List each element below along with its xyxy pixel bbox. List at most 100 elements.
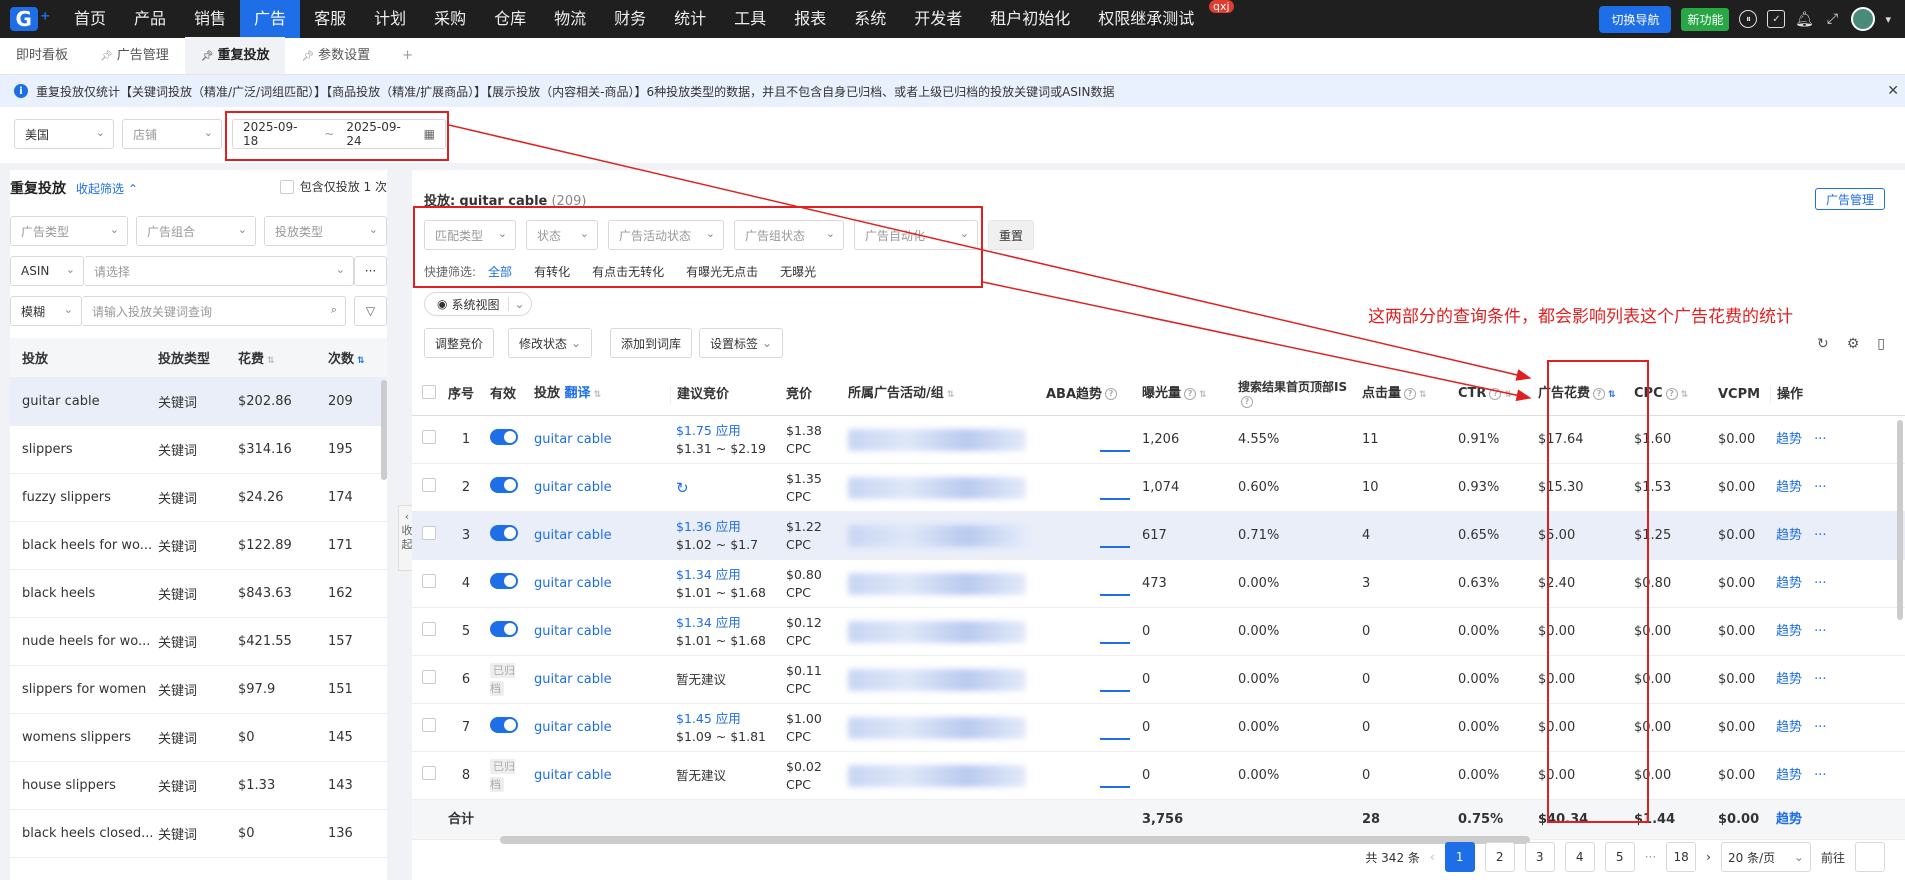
quick-click-no-convert[interactable]: 有点击无转化 bbox=[592, 263, 664, 280]
app-logo[interactable]: G ⁺ bbox=[0, 0, 60, 38]
list-item[interactable]: nude heels for wo... 关键词 $421.55 157 bbox=[10, 618, 387, 666]
row-checkbox[interactable] bbox=[422, 573, 436, 588]
quick-all[interactable]: 全部 bbox=[488, 263, 512, 280]
goto-input[interactable] bbox=[1855, 842, 1885, 872]
apply-link[interactable]: 应用 bbox=[716, 519, 741, 534]
more-actions-button[interactable]: ··· bbox=[1814, 768, 1826, 783]
more-actions-button[interactable]: ··· bbox=[1814, 720, 1826, 735]
page-button[interactable]: 5 bbox=[1604, 842, 1635, 872]
row-checkbox[interactable] bbox=[422, 477, 436, 492]
nav-item[interactable]: 物流 bbox=[540, 0, 600, 38]
change-status-button[interactable]: 修改状态 ⌄ bbox=[508, 328, 593, 358]
target-link[interactable]: guitar cable bbox=[528, 527, 670, 545]
target-link[interactable]: guitar cable bbox=[528, 767, 670, 785]
add-to-library-button[interactable]: 添加到词库 bbox=[610, 328, 693, 358]
bid-value[interactable]: $1.35 bbox=[786, 470, 842, 488]
target-link[interactable]: guitar cable bbox=[528, 623, 670, 641]
translate-link[interactable]: 翻译 bbox=[565, 386, 591, 401]
list-item[interactable]: black heels 关键词 $843.63 162 bbox=[10, 570, 387, 618]
col-cpc[interactable]: CPC? ⇅ bbox=[1628, 385, 1712, 404]
collapse-filter-link[interactable]: 收起筛选 ⌃ bbox=[76, 180, 138, 197]
apply-link[interactable]: 应用 bbox=[716, 615, 741, 630]
valid-toggle[interactable] bbox=[490, 620, 518, 637]
scrollbar[interactable] bbox=[381, 380, 387, 480]
nav-item[interactable]: 首页 bbox=[60, 0, 120, 38]
vertical-scrollbar[interactable] bbox=[1897, 420, 1903, 620]
avatar[interactable] bbox=[1851, 7, 1876, 31]
target-link[interactable]: guitar cable bbox=[528, 575, 670, 593]
nav-item[interactable]: 仓库 bbox=[480, 0, 540, 38]
nav-item[interactable]: 计划 bbox=[360, 0, 420, 38]
calendar-icon[interactable]: ✓ bbox=[1767, 10, 1786, 28]
tab-ad-management[interactable]: 📌︎ 广告管理 bbox=[84, 37, 185, 74]
new-feature-button[interactable]: 新功能 bbox=[1681, 7, 1730, 31]
date-range-picker[interactable]: 2025-09-18 ~ 2025-09-24 ▦ bbox=[232, 119, 446, 149]
reset-button[interactable]: 重置 bbox=[988, 220, 1035, 250]
list-item[interactable]: fuzzy slippers 关键词 $24.26 174 bbox=[10, 474, 387, 522]
ad-type-select[interactable]: 广告类型 ⌄ bbox=[10, 216, 128, 246]
tab-param-settings[interactable]: 📌︎ 参数设置 bbox=[285, 37, 386, 74]
tab-repeat-targeting[interactable]: 📌︎ 重复投放 bbox=[184, 37, 286, 74]
quick-converted[interactable]: 有转化 bbox=[534, 263, 570, 280]
list-item[interactable]: black heels for wo... 关键词 $122.89 171 bbox=[10, 522, 387, 570]
nav-item[interactable]: 采购 bbox=[420, 0, 480, 38]
col-clicks[interactable]: 点击量? ⇅ bbox=[1356, 385, 1452, 404]
trend-link[interactable]: 趋势 bbox=[1776, 768, 1802, 783]
target-link[interactable]: guitar cable bbox=[528, 671, 670, 689]
target-type-select[interactable]: 投放类型 ⌄ bbox=[264, 216, 387, 246]
nav-item[interactable]: 广告 bbox=[240, 0, 301, 38]
page-button[interactable]: 4 bbox=[1564, 842, 1595, 872]
more-actions-button[interactable]: ··· bbox=[1814, 528, 1826, 543]
asin-type-select[interactable]: ASIN ⌄ bbox=[10, 256, 84, 286]
more-actions-button[interactable]: ··· bbox=[1814, 576, 1826, 591]
adjust-bid-button[interactable]: 调整竞价 bbox=[424, 328, 495, 358]
nav-item[interactable]: 产品 bbox=[120, 0, 180, 38]
row-checkbox[interactable] bbox=[422, 669, 436, 684]
row-checkbox[interactable] bbox=[422, 765, 436, 780]
trend-link[interactable]: 趋势 bbox=[1776, 528, 1802, 543]
valid-toggle[interactable] bbox=[490, 716, 518, 733]
total-trend-link[interactable]: 趋势 bbox=[1770, 811, 1830, 829]
nav-item[interactable]: 系统 bbox=[840, 0, 900, 38]
bid-value[interactable]: $1.00 bbox=[786, 710, 842, 728]
list-item[interactable]: womens slippers 关键词 $0 145 bbox=[10, 714, 387, 762]
list-item[interactable]: slippers for women 关键词 $97.9 151 bbox=[10, 666, 387, 714]
row-checkbox[interactable] bbox=[422, 429, 436, 444]
asin-select[interactable]: 请选择 ⌄ bbox=[84, 256, 354, 286]
country-select[interactable]: 美国 ⌄ bbox=[14, 119, 114, 149]
row-checkbox[interactable] bbox=[422, 525, 436, 540]
apply-link[interactable]: 应用 bbox=[716, 567, 741, 582]
row-checkbox[interactable] bbox=[422, 717, 436, 732]
include-once-checkbox[interactable] bbox=[279, 179, 294, 194]
nav-item[interactable]: 统计 bbox=[660, 0, 720, 38]
list-item[interactable]: house slippers 关键词 $1.33 143 bbox=[10, 762, 387, 810]
trend-link[interactable]: 趋势 bbox=[1776, 624, 1802, 639]
target-link[interactable]: guitar cable bbox=[528, 479, 670, 497]
col-ctr[interactable]: CTR? ⇅ bbox=[1452, 385, 1532, 404]
set-tag-button[interactable]: 设置标签 ⌄ bbox=[699, 328, 784, 358]
col-campaign[interactable]: 所属广告活动/组 ⇅ bbox=[842, 385, 1040, 404]
list-item[interactable]: black heels closed... 关键词 $0 136 bbox=[10, 810, 387, 858]
valid-toggle[interactable] bbox=[490, 428, 518, 445]
row-checkbox[interactable] bbox=[422, 621, 436, 636]
page-button[interactable]: 1 bbox=[1444, 842, 1475, 872]
more-actions-button[interactable]: ··· bbox=[1814, 432, 1826, 447]
match-type-select[interactable]: 匹配类型 ⌄ bbox=[424, 220, 516, 250]
col-spend[interactable]: 广告花费? ⇅ bbox=[1532, 385, 1628, 404]
valid-toggle[interactable] bbox=[490, 476, 518, 493]
nav-item[interactable]: 开发者 bbox=[900, 0, 976, 38]
nav-item[interactable]: 客服 bbox=[300, 0, 360, 38]
col-count[interactable]: 次数 ⇅ bbox=[328, 348, 378, 367]
quick-no-impr[interactable]: 无曝光 bbox=[780, 263, 816, 280]
trend-link[interactable]: 趋势 bbox=[1776, 432, 1802, 447]
nav-item[interactable]: 财务 bbox=[600, 0, 660, 38]
page-button[interactable]: 2 bbox=[1484, 842, 1515, 872]
trend-link[interactable]: 趋势 bbox=[1776, 720, 1802, 735]
col-impressions[interactable]: 曝光量? ⇅ bbox=[1136, 385, 1232, 404]
book-icon[interactable]: ▯ bbox=[1877, 336, 1885, 352]
chevron-down-icon[interactable]: ▾ bbox=[1885, 13, 1891, 26]
trend-link[interactable]: 趋势 bbox=[1776, 480, 1802, 495]
nav-item[interactable]: 租户初始化 bbox=[976, 0, 1084, 38]
help-icon[interactable]: ⏸ bbox=[1739, 10, 1758, 28]
more-button[interactable]: ··· bbox=[354, 256, 387, 286]
